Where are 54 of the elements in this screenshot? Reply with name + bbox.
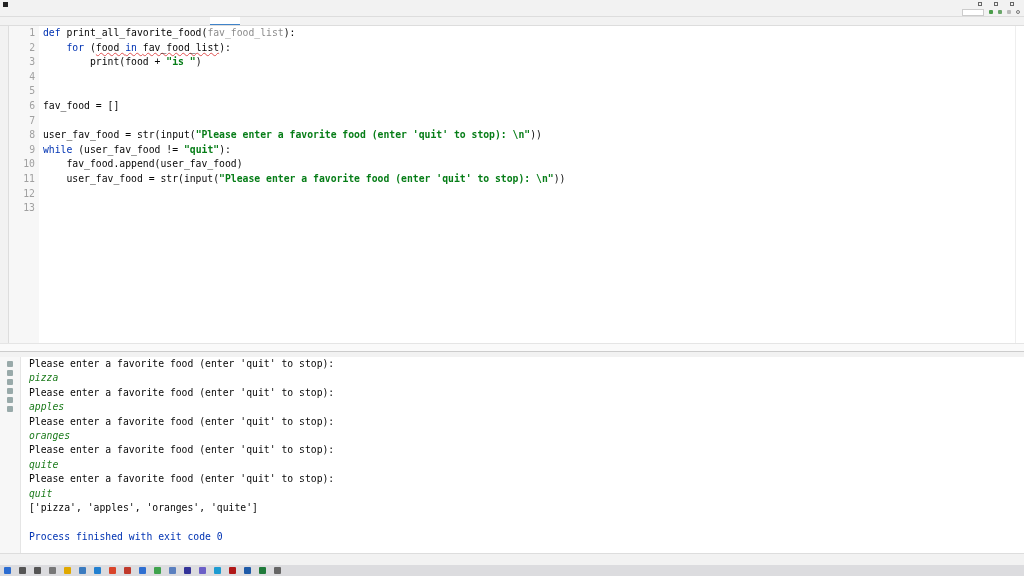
taskbar-app-icon[interactable] <box>199 567 206 574</box>
taskbar-app-icon[interactable] <box>34 567 41 574</box>
taskbar-app-icon[interactable] <box>94 567 101 574</box>
console-line: Please enter a favorite food (enter 'quit' to stop): <box>29 415 335 427</box>
code-line: def print_all_favorite_food(fav_food_list): <box>43 27 296 38</box>
taskbar-app-icon[interactable] <box>19 567 26 574</box>
line-number: 5 <box>28 84 35 99</box>
code-line: fav_food = [] <box>43 99 120 111</box>
line-number: 6 <box>28 98 35 113</box>
line-number: 1 <box>28 26 35 40</box>
line-number: 12 <box>22 186 35 201</box>
taskbar-app-icon[interactable] <box>109 567 116 574</box>
code-line: user_fav_food = str(input("Please enter a favorite food (enter 'quit' to stop): \n")) <box>65 172 566 184</box>
line-number: 3 <box>28 55 35 70</box>
line-number: 13 <box>22 201 35 216</box>
code-line: while (user_fav_food != "quit"): <box>43 143 231 155</box>
console-line: Please enter a favorite food (enter 'quit' to stop): <box>29 358 335 369</box>
line-number: 10 <box>22 157 35 172</box>
console-line: pizza <box>29 372 59 384</box>
console-line: quite <box>29 458 59 470</box>
taskbar-app-icon[interactable] <box>274 567 281 574</box>
file-tab[interactable] <box>210 17 240 25</box>
taskbar-app-icon[interactable] <box>229 567 236 574</box>
taskbar-app-icon[interactable] <box>79 567 86 574</box>
line-number: 8 <box>28 128 35 143</box>
taskbar-app-icon[interactable] <box>214 567 221 574</box>
taskbar-app-icon[interactable] <box>154 567 161 574</box>
line-number: 7 <box>28 113 35 128</box>
line-number: 9 <box>28 142 35 157</box>
taskbar-app-icon[interactable] <box>244 567 251 574</box>
taskbar-app-icon[interactable] <box>64 567 71 574</box>
console-line: ['pizza', 'apples', 'oranges', 'quite'] <box>29 501 258 513</box>
code-line: user_fav_food = str(input("Please enter a favorite food (enter 'quit' to stop): \n")) <box>43 129 542 141</box>
console-line: apples <box>29 401 65 413</box>
console-line: Please enter a favorite food (enter 'quit' to stop): <box>29 386 335 398</box>
line-number: 11 <box>22 171 35 186</box>
line-number: 4 <box>28 69 35 84</box>
code-line: for (food in fav_food_list): <box>65 41 231 53</box>
taskbar-app-icon[interactable] <box>139 567 146 574</box>
taskbar-app-icon[interactable] <box>169 567 176 574</box>
taskbar-app-icon[interactable] <box>124 567 131 574</box>
taskbar-app-icon[interactable] <box>259 567 266 574</box>
line-number: 2 <box>28 40 35 55</box>
console-line: Please enter a favorite food (enter 'quit' to stop): <box>29 473 335 485</box>
taskbar-app-icon[interactable] <box>4 567 11 574</box>
console-line: oranges <box>29 429 71 441</box>
taskbar-app-icon[interactable] <box>184 567 191 574</box>
console-line: quit <box>29 487 53 499</box>
app-logo-icon <box>3 1 8 7</box>
console-line: Process finished with exit code 0 <box>29 530 223 542</box>
code-line: fav_food.append(user_fav_food) <box>65 158 243 170</box>
taskbar-app-icon[interactable] <box>49 567 56 574</box>
console-line: Please enter a favorite food (enter 'quit' to stop): <box>29 444 335 456</box>
code-line: print(food + "is ") <box>88 56 202 68</box>
